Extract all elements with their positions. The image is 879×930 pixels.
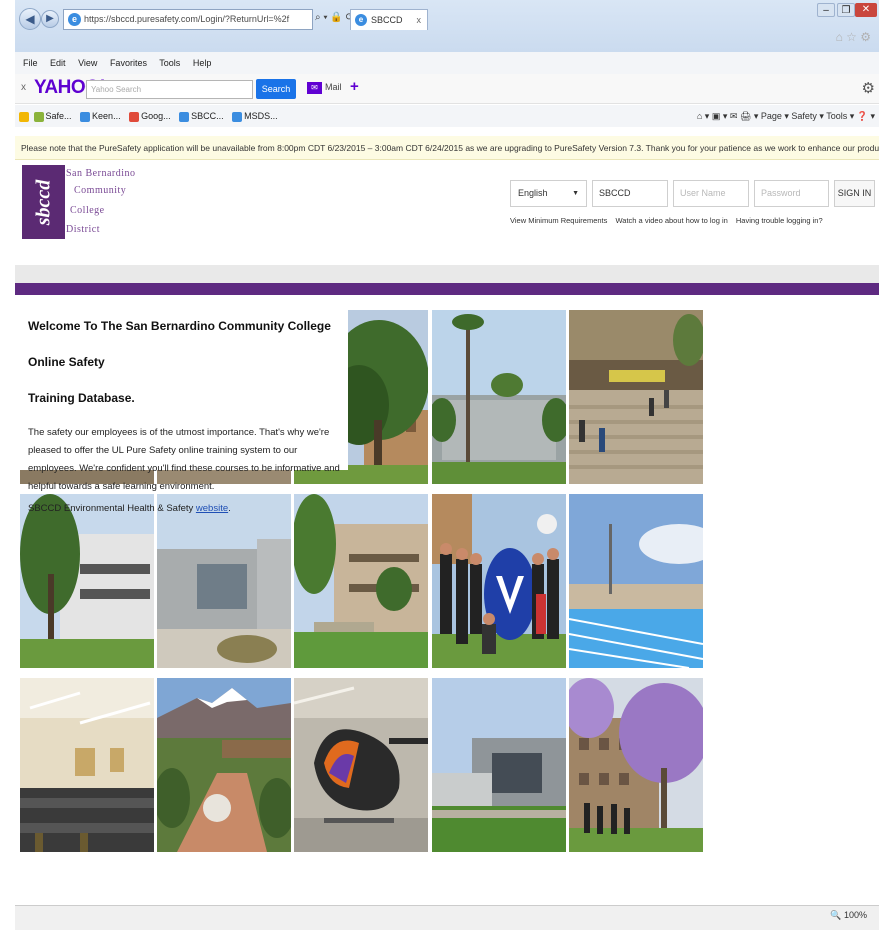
favicon-icon bbox=[179, 111, 190, 122]
header-divider bbox=[15, 265, 879, 283]
logo-text-line2: Community bbox=[74, 185, 127, 196]
welcome-body: The safety our employees is of the utmos… bbox=[28, 427, 340, 492]
campus-photo-6-image bbox=[20, 494, 154, 668]
campus-photo-mountains bbox=[157, 678, 291, 852]
tab-title: SBCCD bbox=[371, 15, 403, 25]
menu-tools[interactable]: Tools bbox=[159, 58, 180, 68]
purple-accent-bar bbox=[15, 283, 879, 295]
browser-status-bar bbox=[15, 905, 879, 930]
sign-in-button[interactable]: SIGN IN bbox=[834, 180, 875, 207]
username-field[interactable]: User Name bbox=[673, 180, 749, 207]
address-text: https://sbccd.puresafety.com/Login/?Retu… bbox=[84, 14, 290, 24]
favicon-icon bbox=[232, 111, 243, 122]
campus-photo-modern-hall bbox=[432, 678, 566, 852]
campus-photo-7-image bbox=[157, 494, 291, 668]
favorites-star-icon[interactable] bbox=[19, 111, 29, 122]
favorites-bar: Safe... Keen... Goog... SBCC... MSDS... … bbox=[15, 105, 879, 127]
maintenance-notice: Please note that the PureSafety applicat… bbox=[15, 136, 879, 160]
favorite-sbcc[interactable]: SBCC... bbox=[179, 111, 224, 122]
gear-icon[interactable]: ⚙ bbox=[862, 79, 875, 97]
favorite-msds[interactable]: MSDS... bbox=[232, 111, 278, 122]
menu-favorites[interactable]: Favorites bbox=[110, 58, 147, 68]
favicon-icon bbox=[129, 111, 140, 122]
login-help-links: View Minimum Requirements Watch a video … bbox=[510, 216, 829, 225]
mail-icon[interactable]: ✉ bbox=[307, 82, 322, 94]
favorite-google[interactable]: Goog... bbox=[129, 111, 171, 122]
campus-photo-10-image bbox=[569, 494, 703, 668]
menu-edit[interactable]: Edit bbox=[50, 58, 66, 68]
view-requirements-link[interactable]: View Minimum Requirements bbox=[510, 216, 607, 225]
ehs-website-link[interactable]: website bbox=[196, 503, 228, 514]
welcome-footer: SBCCD Environmental Health & Safety webs… bbox=[28, 503, 231, 514]
dropdown-caret-icon: ▼ bbox=[572, 190, 579, 197]
campus-photo-8-image bbox=[294, 494, 428, 668]
ie-tab-icon: e bbox=[355, 14, 367, 26]
logo-text-line1: San Bernardino bbox=[66, 168, 136, 179]
menu-file[interactable]: File bbox=[23, 58, 38, 68]
login-trouble-link[interactable]: Having trouble logging in? bbox=[736, 216, 823, 225]
campus-photo-11-image bbox=[20, 678, 154, 852]
campus-photo-concrete-building bbox=[157, 494, 291, 668]
campus-photo-5-image bbox=[569, 310, 703, 484]
ie-icon: e bbox=[68, 13, 81, 26]
campus-photo-15-image bbox=[569, 678, 703, 852]
welcome-panel: Welcome To The San Bernardino Community … bbox=[20, 300, 348, 514]
home-favorites-settings-icons[interactable]: ⌂ ☆ ⚙ bbox=[836, 30, 871, 44]
company-field[interactable]: SBCCD bbox=[592, 180, 668, 207]
toolbar-close-icon[interactable]: x bbox=[21, 82, 26, 93]
campus-photo-palm-wall bbox=[432, 310, 566, 484]
campus-photo-helicopter bbox=[294, 678, 428, 852]
yahoo-search-input[interactable]: Yahoo Search bbox=[86, 80, 253, 99]
yahoo-search-button[interactable]: Search bbox=[256, 79, 296, 99]
menu-view[interactable]: View bbox=[78, 58, 97, 68]
language-select[interactable]: English ▼ bbox=[510, 180, 587, 207]
maximize-icon[interactable]: ❐ bbox=[837, 3, 855, 17]
campus-photo-courtyard bbox=[294, 494, 428, 668]
campus-photo-pool bbox=[569, 494, 703, 668]
close-window-icon[interactable]: ✕ bbox=[855, 3, 877, 17]
favicon-icon bbox=[80, 111, 91, 122]
minimize-icon[interactable]: – bbox=[817, 3, 835, 17]
campus-photo-library-stairs bbox=[569, 310, 703, 484]
address-bar[interactable]: e https://sbccd.puresafety.com/Login/?Re… bbox=[63, 9, 313, 30]
campus-photo-12-image bbox=[157, 678, 291, 852]
campus-photo-group-mascot bbox=[432, 494, 566, 668]
yahoo-mail-link[interactable]: Mail bbox=[325, 82, 342, 92]
campus-photo-4-image bbox=[432, 310, 566, 484]
zoom-level[interactable]: 🔍 100% bbox=[830, 910, 867, 921]
address-tools[interactable]: ⌕ ▾ 🔒 ⟳ bbox=[315, 12, 354, 23]
menu-help[interactable]: Help bbox=[193, 58, 212, 68]
tab-close-icon[interactable]: x bbox=[417, 10, 422, 30]
back-arrow-icon[interactable]: ◀ bbox=[19, 8, 41, 30]
forward-arrow-icon[interactable]: ▶ bbox=[41, 10, 59, 28]
tab-sbccd[interactable]: e SBCCD x bbox=[350, 9, 428, 30]
logo-text-line3: College bbox=[70, 205, 105, 216]
campus-photo-13-image bbox=[294, 678, 428, 852]
campus-photo-9-image bbox=[432, 494, 566, 668]
sbccd-logo-mark[interactable]: sbccd bbox=[22, 165, 65, 239]
login-video-link[interactable]: Watch a video about how to log in bbox=[616, 216, 728, 225]
add-icon[interactable]: + bbox=[350, 78, 359, 95]
campus-photo-lab bbox=[20, 678, 154, 852]
favorite-safe[interactable]: Safe... bbox=[33, 111, 72, 122]
campus-photo-14-image bbox=[432, 678, 566, 852]
browser-titlebar: ◀ ▶ e https://sbccd.puresafety.com/Login… bbox=[15, 0, 879, 60]
favicon-icon bbox=[33, 111, 44, 122]
logo-text-line4: District bbox=[66, 224, 100, 235]
campus-photo-jacaranda bbox=[569, 678, 703, 852]
yahoo-toolbar: x YAHOO! Yahoo Search Search ✉ Mail + ⚙ bbox=[15, 74, 879, 104]
favorite-keen[interactable]: Keen... bbox=[80, 111, 121, 122]
password-field[interactable]: Password bbox=[754, 180, 829, 207]
welcome-title: Welcome To The San Bernardino Community … bbox=[28, 319, 331, 405]
menu-bar: File Edit View Favorites Tools Help bbox=[15, 52, 879, 74]
command-bar[interactable]: ⌂ ▾ ▣ ▾ ✉ 🖨 ▾ Page ▾ Safety ▾ Tools ▾ ❓ … bbox=[697, 105, 875, 127]
campus-photo-modern-building bbox=[20, 494, 154, 668]
